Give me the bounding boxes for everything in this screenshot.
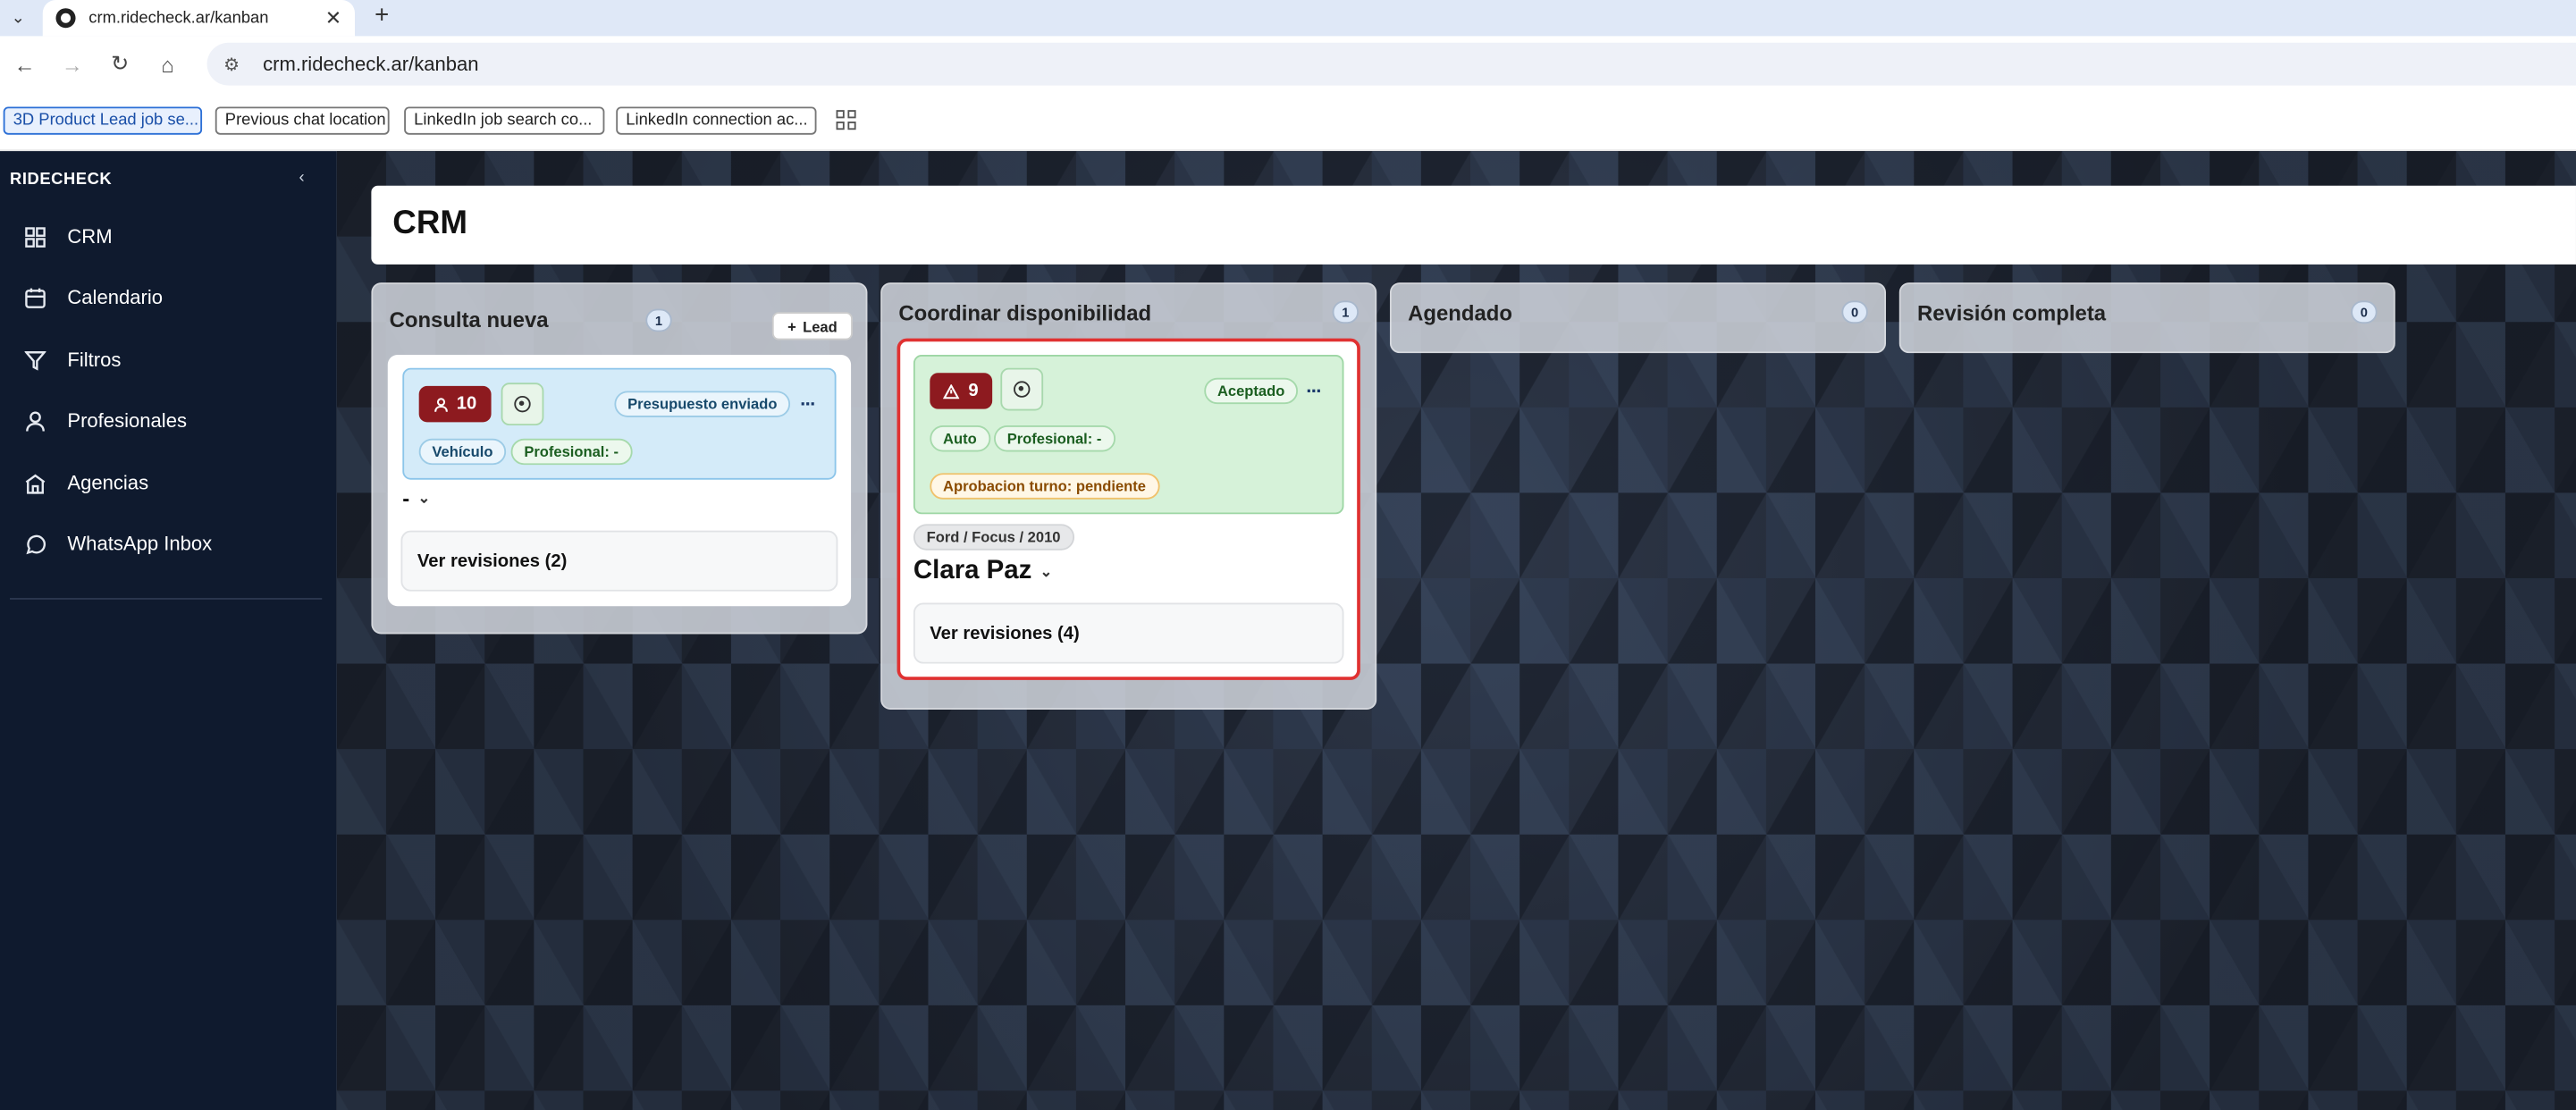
- sidebar-item-label: Calendario: [67, 285, 164, 309]
- more-options-icon[interactable]: ···: [1306, 380, 1322, 403]
- more-options-icon[interactable]: ···: [800, 392, 816, 416]
- bookmark-item[interactable]: LinkedIn connection ac...: [616, 106, 817, 135]
- kanban-column-revision-completa: Revisión completa 0: [1898, 282, 2395, 354]
- status-badge: Aceptado: [1204, 377, 1299, 405]
- badge-value: 10: [456, 394, 477, 415]
- client-name-toggle[interactable]: Clara Paz ⌄: [913, 557, 1052, 586]
- tab-title: crm.ridecheck.ar/kanban: [88, 9, 269, 28]
- page-header: CRM: [371, 185, 2576, 265]
- add-lead-button[interactable]: + Lead: [771, 312, 853, 341]
- whatsapp-icon: [514, 395, 531, 413]
- user-icon: [23, 409, 46, 433]
- new-tab-plus-icon[interactable]: +: [375, 2, 389, 29]
- whatsapp-button[interactable]: [501, 383, 544, 426]
- vehicle-chip: Auto: [930, 425, 990, 452]
- column-title: Coordinar disponibilidad: [898, 300, 1152, 325]
- page-title: CRM: [392, 205, 467, 242]
- reload-icon[interactable]: ↻: [102, 46, 138, 81]
- site-favicon-icon: [55, 8, 76, 29]
- filter-icon: [23, 349, 46, 372]
- chevron-down-icon: ⌄: [417, 489, 431, 507]
- bookmarks-bar: 3D Product Lead job se... Previous chat …: [0, 91, 2576, 152]
- client-name: -: [402, 486, 410, 511]
- sidebar-item-filtros[interactable]: Filtros: [23, 343, 122, 376]
- approval-status-chip: Aprobacion turno: pendiente: [930, 473, 1159, 500]
- card-status-panel: 9 Aceptado ··· Auto Profesional: - Aprob…: [913, 355, 1344, 515]
- home-icon[interactable]: ⌂: [149, 46, 185, 81]
- tab-search-chevron-icon[interactable]: ⌄: [4, 4, 33, 33]
- brand-logo: RIDECHECK: [10, 171, 113, 189]
- sidebar-item-calendario[interactable]: Calendario: [23, 281, 163, 314]
- whatsapp-icon: [23, 533, 46, 556]
- view-reviews-button[interactable]: Ver revisiones (4): [913, 602, 1344, 664]
- browser-tab-bar: ⌄ crm.ridecheck.ar/kanban ✕ +: [0, 0, 2576, 37]
- forward-arrow-icon[interactable]: →: [55, 46, 90, 81]
- tab-close-icon[interactable]: ✕: [325, 6, 341, 29]
- site-settings-icon[interactable]: ⚙: [220, 53, 243, 76]
- app-root: RIDECHECK ‹ CRM Calendario Filtros Profe…: [0, 151, 2576, 1110]
- alert-count-badge: 9: [930, 373, 993, 409]
- sidebar-item-label: Agencias: [67, 471, 149, 495]
- sidebar-item-profesionales[interactable]: Profesionales: [23, 404, 187, 437]
- add-lead-label: Lead: [803, 317, 838, 335]
- sidebar-item-label: Profesionales: [67, 408, 188, 433]
- view-reviews-button[interactable]: Ver revisiones (2): [400, 530, 838, 592]
- warning-icon: [943, 383, 961, 399]
- chevron-down-icon: ⌄: [1040, 562, 1053, 579]
- column-count-badge: 0: [1841, 300, 1868, 324]
- status-badge: Presupuesto enviado: [614, 391, 791, 417]
- kanban-board: CRM Consulta nueva 1 + Lead 10 Presupues…: [336, 151, 2576, 1110]
- building-icon: [23, 472, 46, 495]
- lead-card[interactable]: 10 Presupuesto enviado ··· Vehículo Prof…: [387, 355, 852, 607]
- sidebar: RIDECHECK ‹ CRM Calendario Filtros Profe…: [0, 151, 337, 1110]
- bookmark-item[interactable]: 3D Product Lead job se...: [3, 106, 203, 135]
- grid-icon: [23, 225, 46, 248]
- column-count-badge: 1: [645, 308, 672, 332]
- professional-chip: Profesional: -: [993, 425, 1115, 452]
- plus-icon: +: [787, 317, 796, 335]
- kanban-column-coordinar-disponibilidad: Coordinar disponibilidad 1 9 Aceptado ··…: [880, 282, 1377, 711]
- column-title: Revisión completa: [1916, 300, 2107, 325]
- apps-grid-icon[interactable]: [836, 110, 856, 130]
- sidebar-item-label: WhatsApp Inbox: [67, 532, 213, 556]
- kanban-column-agendado: Agendado 0: [1389, 282, 1887, 354]
- card-status-panel: 10 Presupuesto enviado ··· Vehículo Prof…: [402, 367, 837, 480]
- address-bar-row: ← → ↻ ⌂ ⚙ crm.ridecheck.ar/kanban: [0, 36, 2576, 92]
- lead-card[interactable]: 9 Aceptado ··· Auto Profesional: - Aprob…: [897, 338, 1360, 680]
- user-icon: [434, 397, 448, 411]
- kanban-column-consulta-nueva: Consulta nueva 1 + Lead 10 Presupuesto e…: [371, 282, 868, 635]
- back-arrow-icon[interactable]: ←: [6, 46, 42, 81]
- column-title: Consulta nueva: [389, 307, 549, 332]
- browser-tab[interactable]: crm.ridecheck.ar/kanban ✕: [42, 0, 356, 37]
- bookmark-item[interactable]: LinkedIn job search co...: [404, 106, 605, 135]
- url-text: crm.ridecheck.ar/kanban: [263, 52, 479, 76]
- client-name: Clara Paz: [913, 557, 1032, 585]
- vehicle-chip: Vehículo: [418, 438, 507, 466]
- client-name-toggle[interactable]: - ⌄: [402, 486, 430, 511]
- sidebar-item-label: Filtros: [67, 348, 122, 372]
- url-omnibox[interactable]: ⚙ crm.ridecheck.ar/kanban: [206, 42, 2576, 86]
- sidebar-item-crm[interactable]: CRM: [23, 220, 113, 253]
- bookmark-item[interactable]: Previous chat location: [215, 106, 390, 135]
- sidebar-item-agencias[interactable]: Agencias: [23, 467, 148, 500]
- collapse-sidebar-icon[interactable]: ‹: [299, 169, 305, 187]
- sidebar-divider: [10, 598, 323, 600]
- column-count-badge: 0: [2351, 300, 2378, 324]
- whatsapp-button[interactable]: [1000, 367, 1044, 411]
- column-title: Agendado: [1408, 300, 1512, 325]
- column-count-badge: 1: [1332, 300, 1360, 324]
- sidebar-item-label: CRM: [67, 224, 113, 248]
- vehicle-model-chip: Ford / Focus / 2010: [913, 524, 1074, 551]
- whatsapp-icon: [1014, 381, 1031, 398]
- badge-value: 9: [968, 381, 979, 401]
- professional-chip: Profesional: -: [510, 438, 632, 466]
- sidebar-item-whatsapp-inbox[interactable]: WhatsApp Inbox: [23, 527, 212, 560]
- leads-count-badge: 10: [418, 385, 492, 423]
- calendar-icon: [23, 286, 46, 309]
